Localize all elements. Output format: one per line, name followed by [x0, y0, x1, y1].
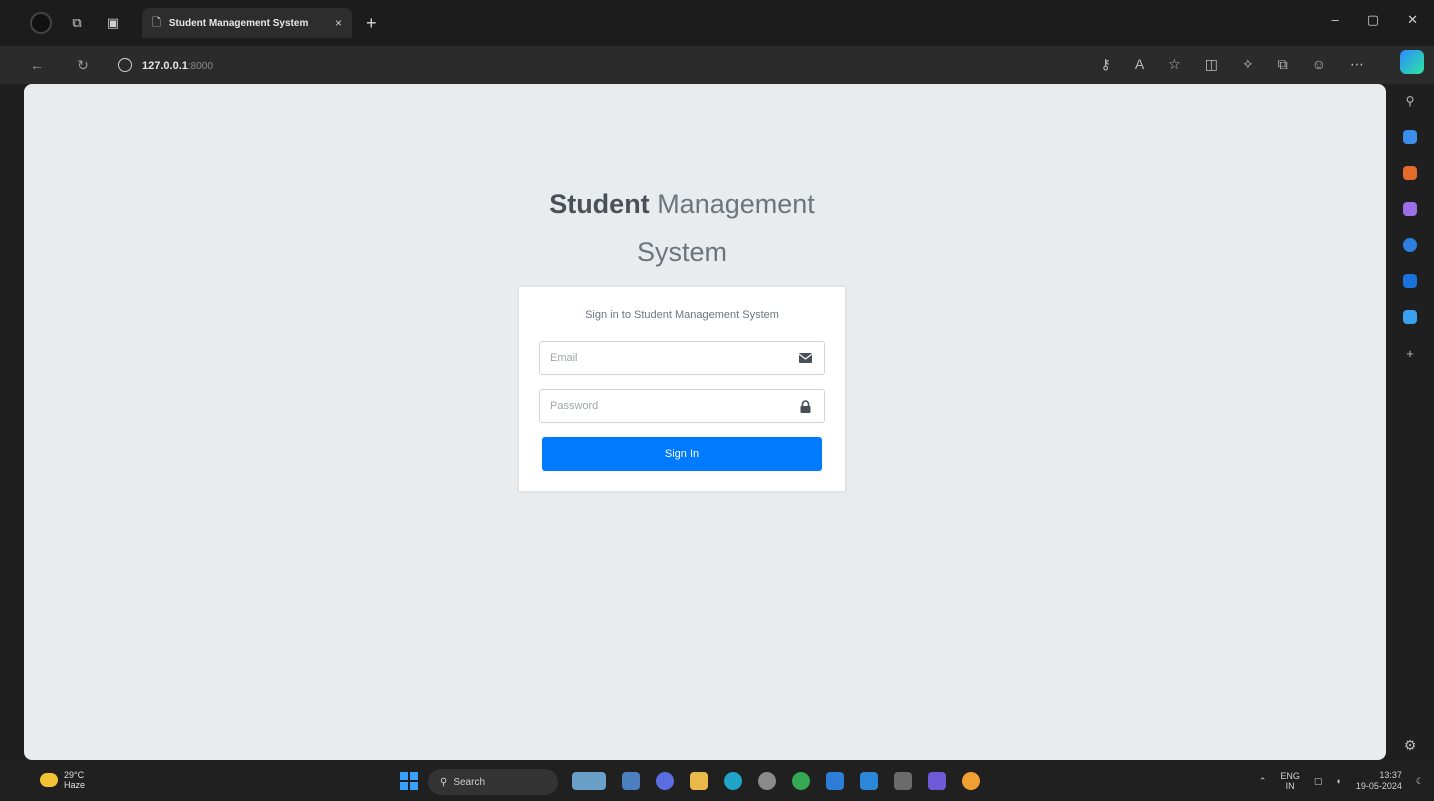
clock[interactable]: 13:37 19-05-2024 — [1356, 770, 1402, 792]
search-icon[interactable]: ⚲ — [1406, 94, 1415, 108]
favorite-star-icon[interactable]: ☆ — [1168, 56, 1181, 73]
new-tab-button[interactable]: + — [366, 13, 377, 34]
chevron-up-icon[interactable]: ⌃ — [1259, 776, 1267, 787]
windows-start-icon[interactable] — [400, 772, 418, 790]
sidebar-app-send-icon[interactable] — [1403, 310, 1417, 324]
page-logo: Student Management System — [518, 180, 846, 276]
clock-time: 13:37 — [1379, 770, 1402, 780]
browser-toolbar: ⚷ A ☆ ◫ ✧ ⧉ ☺ ⋯ — [1101, 56, 1364, 73]
login-message: Sign in to Student Management System — [585, 309, 779, 321]
key-icon[interactable]: ⚷ — [1101, 56, 1111, 73]
sidebar-app-circle-icon[interactable] — [1403, 238, 1417, 252]
app-task-view-icon[interactable] — [622, 772, 640, 790]
app-chrome-icon[interactable] — [792, 772, 810, 790]
app-browser-icon[interactable] — [962, 772, 980, 790]
feedback-icon[interactable]: ☺ — [1312, 56, 1326, 73]
email-input[interactable] — [540, 342, 786, 374]
search-icon: ⚲ — [440, 776, 448, 788]
tab-close-icon[interactable]: × — [335, 16, 342, 30]
app-settings-icon[interactable] — [758, 772, 776, 790]
workspaces-icon[interactable]: ⧉ — [66, 12, 88, 34]
app-vscode-icon[interactable] — [860, 772, 878, 790]
weather-icon — [40, 773, 58, 787]
address-bar[interactable]: 127.0.0.1:8000 — [118, 58, 213, 72]
browser-tab-bar: ⧉ ▣ 🗋 Student Management System × + – ▢ … — [0, 0, 1434, 46]
page-icon: 🗋 — [152, 16, 161, 29]
app-explorer-icon[interactable] — [690, 772, 708, 790]
sidebar-app-blue-icon[interactable] — [1403, 130, 1417, 144]
network-icon[interactable]: ▢ — [1314, 776, 1323, 787]
close-window-button[interactable]: ✕ — [1407, 12, 1418, 28]
password-input[interactable] — [540, 390, 786, 422]
language-indicator[interactable]: ENG IN — [1280, 771, 1300, 791]
login-card: Sign in to Student Management System Sig… — [518, 286, 846, 492]
app-widgets-icon[interactable] — [572, 772, 606, 790]
tab-title: Student Management System — [168, 17, 309, 29]
edge-sidebar: ⚲ + ⚙ — [1386, 84, 1434, 760]
tab-active[interactable]: 🗋 Student Management System × — [142, 8, 352, 38]
gear-icon[interactable]: ⚙ — [1404, 737, 1417, 754]
app-notes-icon[interactable] — [928, 772, 946, 790]
site-info-icon[interactable] — [118, 58, 132, 72]
lock-icon — [786, 390, 824, 422]
password-group — [539, 389, 825, 423]
weather-widget[interactable]: 29°C Haze — [40, 770, 85, 790]
taskbar-apps — [572, 772, 980, 790]
app-mail-icon[interactable] — [826, 772, 844, 790]
sidebar-app-orange-icon[interactable] — [1403, 166, 1417, 180]
extensions-icon[interactable]: ✧ — [1242, 56, 1254, 73]
app-edge-icon[interactable] — [724, 772, 742, 790]
sidebar-app-outlook-icon[interactable] — [1403, 274, 1417, 288]
clock-date: 19-05-2024 — [1355, 781, 1402, 791]
url-port: :8000 — [187, 61, 213, 72]
app-terminal-icon[interactable] — [894, 772, 912, 790]
windows-taskbar: 29°C Haze ⚲ Search ⌃ ENG IN ▢ ◐ 13:37 19-0 — [0, 762, 1434, 801]
sidebar-app-purple-icon[interactable] — [1403, 202, 1417, 216]
envelope-icon — [786, 342, 824, 374]
email-group — [539, 341, 825, 375]
profile-avatar[interactable] — [30, 12, 52, 34]
split-screen-icon[interactable]: ◫ — [1205, 56, 1218, 73]
volume-icon[interactable]: ◐ — [1336, 776, 1341, 786]
weather-desc: Haze — [64, 780, 86, 790]
notification-icon[interactable]: ☾ — [1416, 776, 1424, 787]
copilot-icon[interactable] — [1400, 50, 1424, 74]
logo-bold: Student — [549, 189, 650, 219]
logo-rest: Management System — [636, 189, 815, 267]
sign-in-button[interactable]: Sign In — [542, 437, 822, 471]
minimize-button[interactable]: – — [1332, 12, 1339, 28]
window-controls: – ▢ ✕ — [1332, 12, 1418, 28]
sidebar-add-icon[interactable]: + — [1406, 346, 1414, 361]
read-aloud-icon[interactable]: A — [1135, 56, 1144, 73]
more-menu-icon[interactable]: ⋯ — [1350, 56, 1364, 73]
maximize-button[interactable]: ▢ — [1367, 12, 1379, 28]
system-tray: ⌃ ENG IN ▢ ◐ 13:37 19-05-2024 ☾ — [1259, 770, 1424, 792]
weather-temp: 29°C — [64, 770, 85, 780]
url-host: 127.0.0.1 — [142, 60, 188, 72]
tab-actions-icon[interactable]: ▣ — [102, 12, 124, 34]
address-bar-row: ← ↻ 127.0.0.1:8000 ⚷ A ☆ ◫ ✧ ⧉ ☺ ⋯ — [0, 46, 1434, 84]
taskbar-search[interactable]: ⚲ Search — [428, 769, 558, 795]
search-label: Search — [453, 776, 486, 788]
login-box: Student Management System Sign in to Stu… — [518, 180, 846, 492]
collections-icon[interactable]: ⧉ — [1278, 56, 1288, 73]
back-arrow-icon[interactable]: ← — [28, 57, 46, 73]
refresh-icon[interactable]: ↻ — [74, 57, 92, 74]
screen: ⧉ ▣ 🗋 Student Management System × + – ▢ … — [0, 0, 1434, 801]
app-chat-icon[interactable] — [656, 772, 674, 790]
